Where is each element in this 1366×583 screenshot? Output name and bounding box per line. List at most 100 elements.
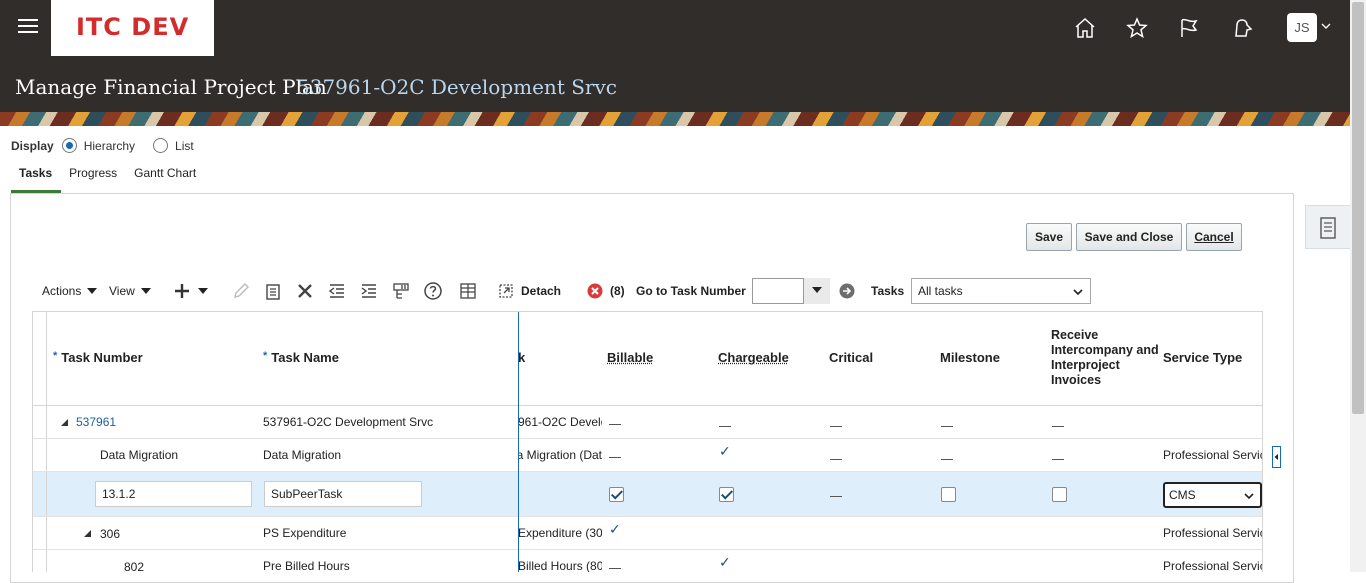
row-selector[interactable] — [33, 472, 47, 516]
task-name: Pre Billed Hours — [263, 559, 350, 572]
logo[interactable]: ITC DEV — [51, 0, 214, 56]
task-number-input[interactable]: 13.1.2 — [95, 481, 252, 507]
scrollbar-thumb[interactable] — [1352, 2, 1364, 414]
chargeable-empty — [719, 426, 731, 427]
col-task-number-label: Task Number — [61, 350, 142, 365]
detach-icon — [498, 283, 514, 299]
banner-pattern — [0, 112, 1350, 126]
col-critical[interactable]: Critical — [829, 350, 873, 365]
chargeable-checkbox[interactable] — [719, 487, 734, 502]
task-number: 802 — [124, 560, 144, 572]
row-selector[interactable] — [33, 550, 47, 572]
frozen-column-value: 961-O2C Develo — [518, 415, 602, 429]
caret-down-icon — [196, 286, 210, 296]
errors-indicator[interactable]: (8) — [587, 278, 625, 304]
hierarchy-button[interactable] — [392, 278, 410, 304]
help-button[interactable] — [423, 278, 443, 304]
tab-gantt-chart[interactable]: Gantt Chart — [126, 166, 205, 193]
receive-invoices-empty — [1052, 459, 1064, 460]
col-task-number[interactable]: * Task Number — [53, 350, 143, 365]
tasks-filter-label: Tasks — [871, 278, 904, 304]
go-button[interactable] — [839, 278, 855, 304]
critical-empty — [830, 459, 842, 460]
billable-check-icon: ✓ — [609, 521, 621, 538]
tasks-filter-select[interactable]: All tasks — [911, 278, 1091, 304]
caret-left-icon — [1273, 447, 1280, 467]
project-name: 537961-O2C Development Srvc — [297, 75, 617, 99]
col-service-type[interactable]: Service Type — [1163, 350, 1242, 365]
col-receive-invoices[interactable]: Receive Intercompany and Interproject In… — [1051, 328, 1161, 388]
task-number-link[interactable]: 537961 — [76, 415, 116, 429]
actions-menu[interactable]: Actions — [42, 278, 99, 304]
notifications-icon[interactable] — [1230, 16, 1254, 40]
caret-down-icon — [139, 286, 153, 296]
table-row[interactable]: 306 PS Expenditure Expenditure (30 ✓ Pro… — [33, 517, 1263, 550]
cancel-button[interactable]: Cancel — [1186, 223, 1242, 251]
page-scrollbar[interactable] — [1350, 0, 1366, 572]
table-row-selected[interactable]: 13.1.2 SubPeerTask CMS — [33, 472, 1263, 517]
milestone-empty — [941, 459, 953, 460]
tab-tasks[interactable]: Tasks — [11, 166, 61, 193]
star-icon[interactable] — [1125, 16, 1149, 40]
task-number: 306 — [100, 527, 120, 541]
indent-button[interactable] — [360, 278, 378, 304]
home-icon[interactable] — [1073, 16, 1097, 40]
list-radio[interactable] — [153, 138, 168, 153]
milestone-checkbox[interactable] — [941, 487, 956, 502]
col-task-name[interactable]: * Task Name — [263, 350, 339, 365]
billable-empty — [609, 568, 621, 569]
collapse-pane-button[interactable] — [1272, 446, 1281, 468]
collapse-icon[interactable] — [61, 419, 68, 426]
add-button[interactable] — [174, 278, 210, 304]
table-row[interactable]: 802 Pre Billed Hours Billed Hours (80 ✓ … — [33, 550, 1263, 572]
user-avatar[interactable]: JS — [1287, 13, 1317, 42]
tab-progress[interactable]: Progress — [61, 166, 126, 193]
error-icon — [587, 283, 603, 299]
save-and-close-button[interactable]: Save and Close — [1076, 223, 1182, 251]
page-title: Manage Financial Project Plan — [15, 75, 327, 99]
hierarchy-radio-label[interactable]: Hierarchy — [84, 139, 135, 153]
row-selector[interactable] — [33, 517, 47, 549]
receive-invoices-checkbox[interactable] — [1052, 487, 1067, 502]
hierarchy-radio[interactable] — [62, 138, 77, 153]
service-type-select[interactable]: CMS — [1163, 482, 1262, 508]
detach-button[interactable]: Detach — [498, 278, 561, 304]
delete-button[interactable] — [296, 278, 314, 304]
col-milestone[interactable]: Milestone — [940, 350, 1000, 365]
table-toolbar: Actions View Detach (8) Go to Task Numbe… — [42, 278, 1092, 304]
milestone-empty — [941, 426, 953, 427]
table-row[interactable]: 537961 537961-O2C Development Srvc 961-O… — [33, 406, 1263, 439]
goto-dropdown-button[interactable] — [803, 278, 830, 304]
menu-icon[interactable] — [18, 19, 38, 35]
col-billable[interactable]: Billable — [607, 350, 653, 365]
col-frozen-partial[interactable]: k — [518, 350, 525, 365]
col-chargeable[interactable]: Chargeable — [718, 350, 789, 365]
details-button[interactable] — [264, 278, 282, 304]
chevron-down-icon[interactable] — [1320, 20, 1332, 32]
outdent-button[interactable] — [328, 278, 346, 304]
columns-button[interactable] — [459, 278, 477, 304]
chevron-down-icon — [1243, 490, 1255, 502]
side-panel-button[interactable] — [1305, 205, 1350, 249]
task-name-input[interactable]: SubPeerTask — [264, 481, 422, 507]
row-selector[interactable] — [33, 439, 47, 471]
list-radio-label[interactable]: List — [175, 139, 194, 153]
collapse-icon[interactable] — [84, 530, 91, 537]
frozen-column-text: a Migration (Dat — [518, 448, 602, 462]
table-header-row: * Task Number * Task Name k Billable Charg… — [33, 312, 1263, 406]
view-menu[interactable]: View — [109, 278, 153, 304]
display-options: Display Hierarchy List — [11, 138, 212, 153]
outdent-icon — [328, 282, 346, 300]
row-selector[interactable] — [33, 406, 47, 438]
save-button[interactable]: Save — [1026, 223, 1072, 251]
billable-checkbox[interactable] — [609, 487, 624, 502]
frozen-column-value: Expenditure (30 — [518, 526, 602, 540]
task-table: * Task Number * Task Name k Billable Charg… — [32, 311, 1263, 572]
edit-button[interactable] — [232, 278, 250, 304]
frozen-column-value: Billed Hours (80 — [518, 559, 602, 572]
title-bar: Manage Financial Project Plan 537961-O2C… — [0, 57, 1350, 126]
table-row[interactable]: Data Migration Data Migration a Migratio… — [33, 439, 1263, 472]
document-icon — [1306, 206, 1351, 250]
frozen-column-divider[interactable] — [518, 312, 519, 572]
flag-icon[interactable] — [1177, 16, 1201, 40]
